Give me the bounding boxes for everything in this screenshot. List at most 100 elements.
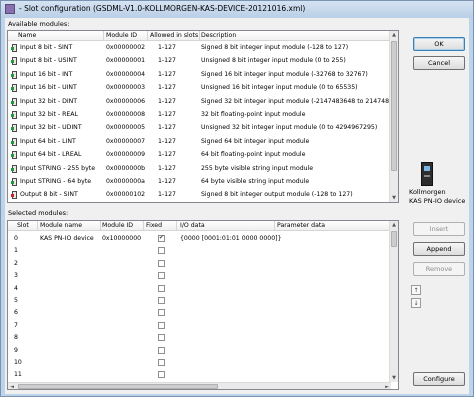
module-name: Output 8 bit - SINT: [20, 191, 78, 199]
selected-modules-vertical-scrollbar[interactable]: ▲ ▼: [389, 221, 398, 382]
selected-module-row[interactable]: 2: [8, 258, 398, 270]
input-module-icon: [11, 70, 18, 79]
module-id: 0x00000004: [106, 70, 146, 78]
selected-modules-horizontal-scrollbar[interactable]: ◄ ►: [8, 382, 391, 389]
slot-number: 3: [14, 272, 18, 280]
available-modules-list[interactable]: Name Module ID Allowed in slots Descript…: [7, 30, 399, 203]
input-module-icon: [11, 137, 18, 146]
fixed-checkbox[interactable]: [158, 297, 165, 304]
module-description: 255 byte visible string input module: [201, 164, 314, 172]
allowed-slots: 1-127: [158, 137, 176, 145]
available-module-row[interactable]: Input 8 bit - USINT 0x00000001 1-127 Unsign…: [8, 55, 398, 67]
scrollbar-thumb[interactable]: [391, 41, 397, 171]
cancel-button[interactable]: Cancel: [413, 56, 465, 70]
ok-button[interactable]: OK: [413, 37, 465, 51]
selected-module-row[interactable]: 4: [8, 283, 398, 295]
available-module-row[interactable]: Input 16 bit - INT 0x00000004 1-127 Signed …: [8, 69, 398, 81]
available-module-row[interactable]: Input 64 bit - LREAL 0x00000009 1-127 64 bi…: [8, 149, 398, 161]
column-header-name[interactable]: Name: [18, 32, 36, 39]
allowed-slots: 1-127: [158, 124, 176, 132]
slot-number: 1: [14, 247, 18, 255]
module-name: Input 8 bit - USINT: [20, 57, 77, 65]
module-description: Unsigned 8 bit integer input module (0 t…: [201, 57, 346, 65]
module-id: 0x00000008: [106, 111, 146, 118]
selected-module-row[interactable]: 6: [8, 307, 398, 319]
column-header-allowed-in-slots[interactable]: Allowed in slots: [150, 32, 198, 39]
move-up-icon[interactable]: ↑: [411, 285, 421, 295]
selected-module-row[interactable]: 8: [8, 332, 398, 344]
insert-button[interactable]: Insert: [413, 222, 465, 236]
input-module-icon: [11, 111, 18, 119]
selected-module-row[interactable]: 1: [8, 245, 398, 257]
slot-configuration-window: - Slot configuration (GSDML-V1.0-KOLLMOR…: [0, 0, 474, 397]
module-name: Input 32 bit - REAL: [20, 111, 78, 118]
scroll-up-icon[interactable]: ▲: [390, 31, 398, 39]
available-modules-header: Name Module ID Allowed in slots Descript…: [8, 31, 391, 41]
selected-module-row[interactable]: 11: [8, 369, 398, 381]
input-module-icon: [11, 151, 18, 160]
fixed-checkbox[interactable]: [158, 371, 165, 379]
available-module-row[interactable]: Input 32 bit - REAL 0x00000008 1-127 32 bit…: [8, 109, 398, 121]
selected-module-row[interactable]: 10: [8, 357, 398, 369]
configure-button[interactable]: Configure: [413, 372, 465, 386]
column-header-module-id[interactable]: Module ID: [106, 32, 137, 39]
scroll-up-icon[interactable]: ▲: [390, 221, 398, 229]
available-module-row[interactable]: Input STRING - 255 byte 0x0000000b 1-127 25…: [8, 163, 398, 175]
scroll-right-icon[interactable]: ►: [383, 383, 391, 389]
fixed-checkbox[interactable]: [158, 334, 165, 342]
fixed-checkbox[interactable]: [158, 321, 165, 329]
move-down-icon[interactable]: ↓: [411, 298, 421, 308]
fixed-checkbox[interactable]: [158, 272, 165, 280]
input-module-icon: [11, 164, 18, 173]
column-header-module-id[interactable]: Module ID: [102, 222, 133, 229]
scrollbar-thumb[interactable]: [391, 231, 397, 247]
selected-module-row[interactable]: 9: [8, 345, 398, 357]
fixed-checkbox[interactable]: [158, 346, 165, 354]
column-header-io-data[interactable]: I/O data: [180, 222, 205, 229]
module-name: Input STRING - 255 byte: [20, 164, 96, 172]
selected-module-row[interactable]: 3: [8, 270, 398, 282]
module-id: 0x00000006: [106, 97, 146, 105]
slot-number: 2: [14, 259, 18, 267]
fixed-checkbox[interactable]: [158, 309, 165, 317]
allowed-slots: 1-127: [158, 70, 176, 78]
scrollbar-thumb[interactable]: [18, 384, 218, 389]
title-bar[interactable]: - Slot configuration (GSDML-V1.0-KOLLMOR…: [1, 1, 473, 18]
scroll-down-icon[interactable]: ▼: [390, 194, 398, 202]
fixed-checkbox[interactable]: [158, 259, 165, 267]
fixed-checkbox[interactable]: [158, 247, 165, 255]
append-button[interactable]: Append: [413, 242, 465, 256]
selected-module-row[interactable]: 7: [8, 320, 398, 332]
column-header-fixed[interactable]: Fixed: [146, 222, 162, 229]
slot-number: 6: [14, 309, 18, 317]
window-title: - Slot configuration (GSDML-V1.0-KOLLMOR…: [19, 4, 306, 13]
module-id: 0x10000000: [102, 235, 142, 242]
available-module-row[interactable]: Input 32 bit - DINT 0x00000006 1-127 Signed…: [8, 96, 398, 108]
available-module-row[interactable]: Output 8 bit - SINT 0x00000102 1-127 Signed…: [8, 189, 398, 201]
dialog-client-area: Available modules: Name Module ID Allowe…: [5, 18, 469, 394]
scroll-left-icon[interactable]: ◄: [8, 383, 16, 389]
selected-modules-list[interactable]: Slot Module name Module ID Fixed I/O dat…: [7, 220, 399, 390]
available-module-row[interactable]: Input STRING - 64 byte 0x0000000a 1-127 64 …: [8, 176, 398, 188]
input-module-icon: [11, 124, 18, 133]
available-module-row[interactable]: Input 16 bit - UINT 0x00000003 1-127 Unsign…: [8, 82, 398, 94]
available-module-row[interactable]: Input 64 bit - LINT 0x00000007 1-127 Signed…: [8, 136, 398, 148]
column-header-slot[interactable]: Slot: [17, 222, 29, 229]
column-header-description[interactable]: Description: [201, 32, 236, 39]
selected-module-row[interactable]: 0 KAS PN-IO device 0x10000000 {0000 [0001:0…: [8, 233, 398, 245]
allowed-slots: 1-127: [158, 44, 176, 51]
available-module-row[interactable]: Input 8 bit - SINT 0x00000002 1-127 Signed …: [8, 42, 398, 54]
available-modules-scrollbar[interactable]: ▲ ▼: [389, 31, 398, 202]
fixed-checkbox[interactable]: [158, 234, 165, 242]
slot-number: 10: [14, 359, 22, 366]
column-header-parameter-data[interactable]: Parameter data: [277, 222, 325, 229]
slot-number: 0: [14, 235, 18, 242]
column-header-module-name[interactable]: Module name: [40, 222, 82, 229]
fixed-checkbox[interactable]: [158, 284, 165, 292]
scroll-down-icon[interactable]: ▼: [390, 374, 398, 382]
remove-button[interactable]: Remove: [413, 262, 465, 276]
module-description: 64 byte visible string input module: [201, 178, 310, 185]
selected-module-row[interactable]: 5: [8, 295, 398, 307]
available-module-row[interactable]: Input 32 bit - UDINT 0x00000005 1-127 Unsig…: [8, 122, 398, 134]
fixed-checkbox[interactable]: [158, 359, 165, 366]
